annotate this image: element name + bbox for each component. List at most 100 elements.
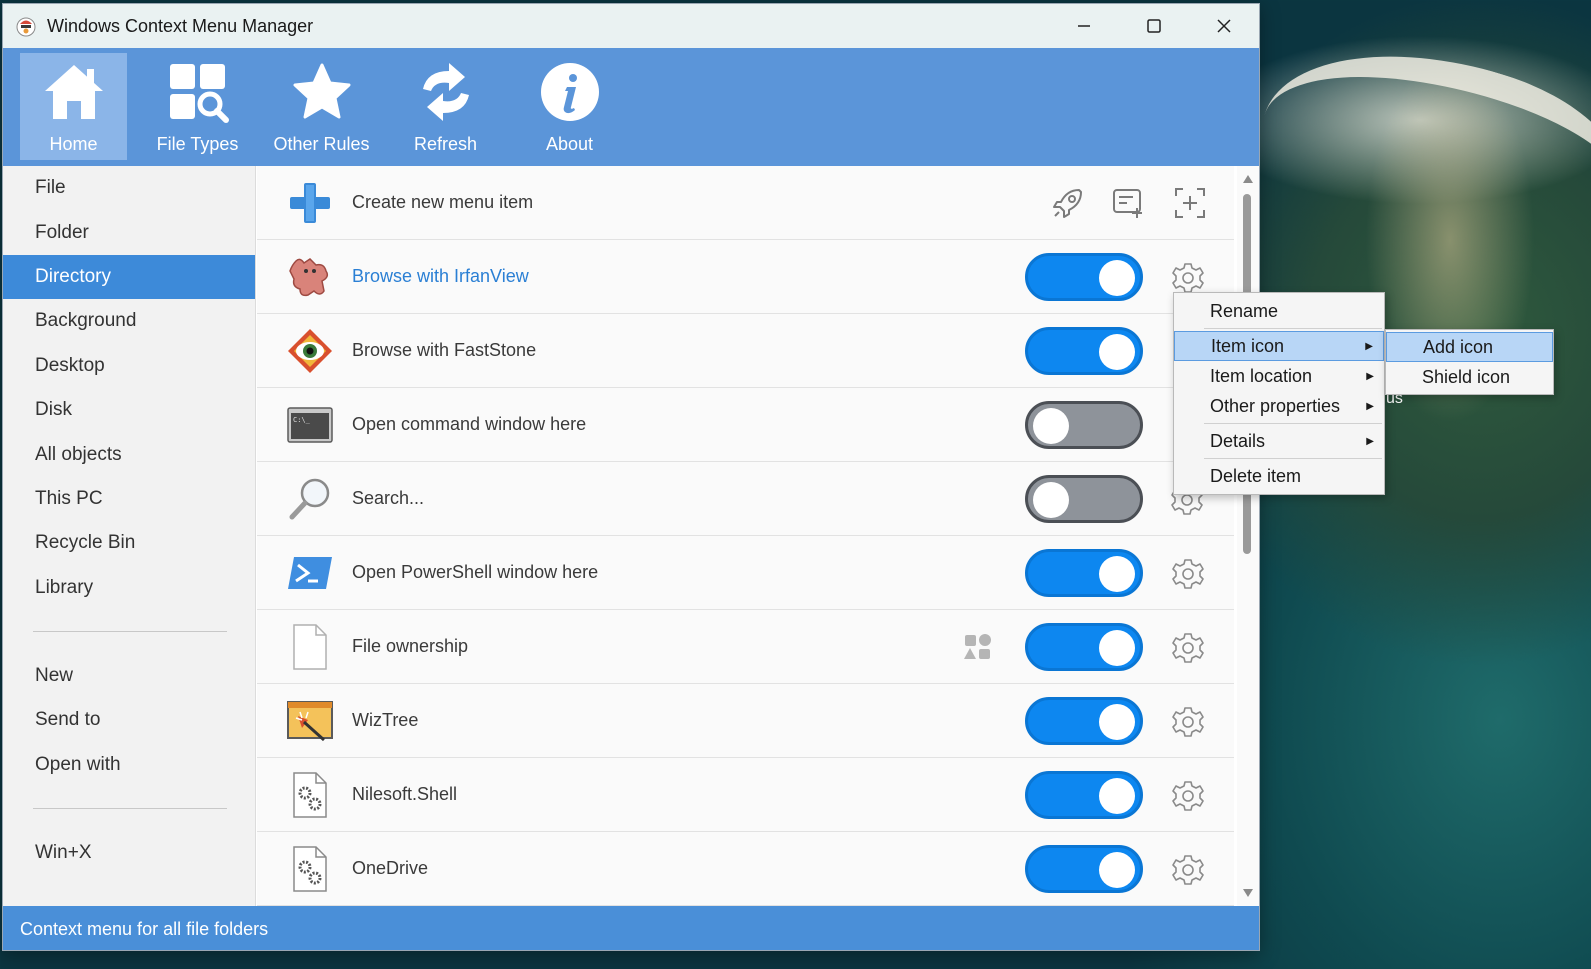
wiztree-icon <box>287 700 333 741</box>
enable-toggle[interactable] <box>1025 623 1143 671</box>
sidebar-item-send-to[interactable]: Send to <box>3 698 255 742</box>
menu-item-label: OneDrive <box>352 858 429 878</box>
menu-item-row-file-ownership[interactable]: File ownership <box>257 610 1234 684</box>
menu-item-label: Search... <box>352 488 425 508</box>
sidebar-item-file[interactable]: File <box>3 166 255 210</box>
menu-item-row-powershell[interactable]: Open PowerShell window here <box>257 536 1234 610</box>
sidebar-item-open-with[interactable]: Open with <box>3 743 255 787</box>
sidebar-item-directory[interactable]: Directory <box>3 254 255 300</box>
menu-item-row-onedrive[interactable]: OneDrive <box>257 832 1234 906</box>
menu-item-delete-item[interactable]: Delete item <box>1174 461 1384 491</box>
menu-item-row-nilesoft-shell[interactable]: Nilesoft.Shell <box>257 758 1234 832</box>
gear-icon[interactable] <box>1172 558 1204 590</box>
sidebar-divider <box>33 808 227 810</box>
menu-item-label: File ownership <box>352 636 469 656</box>
enable-toggle[interactable] <box>1025 845 1143 893</box>
menu-item-row-search[interactable]: Search... <box>257 462 1234 536</box>
toggle-knob <box>1099 704 1135 740</box>
scroll-up-arrow-icon[interactable] <box>1242 174 1254 184</box>
add-capture-icon[interactable] <box>1173 186 1207 220</box>
menu-item-label: Details <box>1210 430 1266 451</box>
window-title: Windows Context Menu Manager <box>47 15 314 36</box>
plus-icon[interactable] <box>287 180 333 226</box>
menu-item-row-faststone[interactable]: Browse with FastStone <box>257 314 1234 388</box>
sidebar-item-win-x[interactable]: Win+X <box>3 831 255 875</box>
menu-divider <box>1204 458 1382 459</box>
sidebar-item-background[interactable]: Background <box>3 299 255 343</box>
gear-icon[interactable] <box>1172 780 1204 812</box>
create-item-label[interactable]: Create new menu item <box>352 192 533 213</box>
ribbon-refresh-button[interactable]: Refresh <box>392 53 499 160</box>
menu-item-item-icon[interactable]: Item icon ▶ <box>1174 331 1384 361</box>
scroll-down-arrow-icon[interactable] <box>1242 888 1254 898</box>
menu-item-row-cmd[interactable]: C:\_ Open command window here <box>257 388 1234 462</box>
submenu-arrow-icon: ▶ <box>1365 340 1373 352</box>
rocket-icon[interactable] <box>1051 186 1085 220</box>
context-menu: Rename Item icon ▶ Item location ▶ Other… <box>1173 292 1385 495</box>
sidebar-item-this-pc[interactable]: This PC <box>3 477 255 521</box>
gear-icon[interactable] <box>1172 706 1204 738</box>
desktop-shoreline <box>1243 11 1591 289</box>
close-button[interactable] <box>1189 4 1259 48</box>
menu-item-label: Open command window here <box>352 414 587 434</box>
menu-item-rename[interactable]: Rename <box>1174 296 1384 326</box>
cmd-icon: C:\_ <box>287 406 333 443</box>
enable-toggle[interactable] <box>1025 771 1143 819</box>
gear-icon[interactable] <box>1172 854 1204 886</box>
enable-toggle[interactable] <box>1025 549 1143 597</box>
app-window: Windows Context Menu Manager Home File T… <box>2 3 1260 951</box>
menu-item-row-wiztree[interactable]: WizTree <box>257 684 1234 758</box>
title-bar[interactable]: Windows Context Menu Manager <box>3 4 1259 48</box>
minimize-icon <box>1078 25 1090 27</box>
enable-toggle[interactable] <box>1025 697 1143 745</box>
ribbon-toolbar: Home File Types Other Rules Refresh Abou… <box>3 48 1259 166</box>
ribbon-other-rules-button[interactable]: Other Rules <box>268 53 375 160</box>
menu-item-label: WizTree <box>352 710 419 730</box>
menu-item-label: Open PowerShell window here <box>352 562 599 582</box>
faststone-icon <box>288 328 332 373</box>
star-icon <box>293 63 350 119</box>
toggle-knob <box>1099 260 1135 296</box>
enable-toggle[interactable] <box>1025 327 1143 375</box>
file-types-icon <box>169 64 229 123</box>
menu-item-item-location[interactable]: Item location ▶ <box>1174 361 1384 391</box>
gear-icon[interactable] <box>1172 632 1204 664</box>
sidebar-item-recycle-bin[interactable]: Recycle Bin <box>3 521 255 565</box>
ribbon-refresh-label: Refresh <box>413 134 478 154</box>
menu-item-row-irfanview[interactable]: Browse with IrfanView <box>257 240 1234 314</box>
blank-file-icon <box>293 623 327 670</box>
maximize-button[interactable] <box>1119 4 1189 48</box>
toggle-knob <box>1099 334 1135 370</box>
menu-item-label: Item location <box>1210 365 1313 386</box>
ribbon-about-button[interactable]: About <box>516 53 623 160</box>
sidebar-item-folder[interactable]: Folder <box>3 210 255 254</box>
submenu-arrow-icon: ▶ <box>1366 400 1374 412</box>
sidebar-item-disk[interactable]: Disk <box>3 388 255 432</box>
submenu-item-shield-icon[interactable]: Shield icon <box>1386 362 1553 392</box>
sidebar-item-library[interactable]: Library <box>3 566 255 610</box>
enable-toggle[interactable] <box>1025 253 1143 301</box>
sidebar-divider <box>33 630 227 632</box>
enable-toggle[interactable] <box>1025 475 1143 523</box>
submenu-item-add-icon[interactable]: Add icon <box>1386 332 1553 362</box>
ribbon-file-types-label: File Types <box>156 134 239 154</box>
menu-item-list: Create new menu item Browse with IrfanVi… <box>257 166 1234 906</box>
toggle-knob <box>1099 778 1135 814</box>
close-icon <box>1217 19 1231 33</box>
menu-item-other-properties[interactable]: Other properties ▶ <box>1174 391 1384 421</box>
shapes-icon[interactable] <box>963 632 993 662</box>
gear-icon[interactable] <box>1172 262 1204 294</box>
sidebar-item-all-objects[interactable]: All objects <box>3 432 255 476</box>
ribbon-home-button[interactable]: Home <box>20 53 127 160</box>
sidebar-item-new[interactable]: New <box>3 654 255 698</box>
sidebar-item-desktop[interactable]: Desktop <box>3 344 255 388</box>
menu-item-details[interactable]: Details ▶ <box>1174 426 1384 456</box>
ribbon-file-types-button[interactable]: File Types <box>144 53 251 160</box>
add-note-icon[interactable] <box>1111 186 1145 220</box>
minimize-button[interactable] <box>1049 4 1119 48</box>
enable-toggle[interactable] <box>1025 401 1143 449</box>
vertical-scrollbar[interactable] <box>1237 166 1259 906</box>
powershell-icon <box>288 556 332 589</box>
menu-item-label: Other properties <box>1210 395 1341 416</box>
menu-item-label: Browse with IrfanView <box>352 266 529 286</box>
